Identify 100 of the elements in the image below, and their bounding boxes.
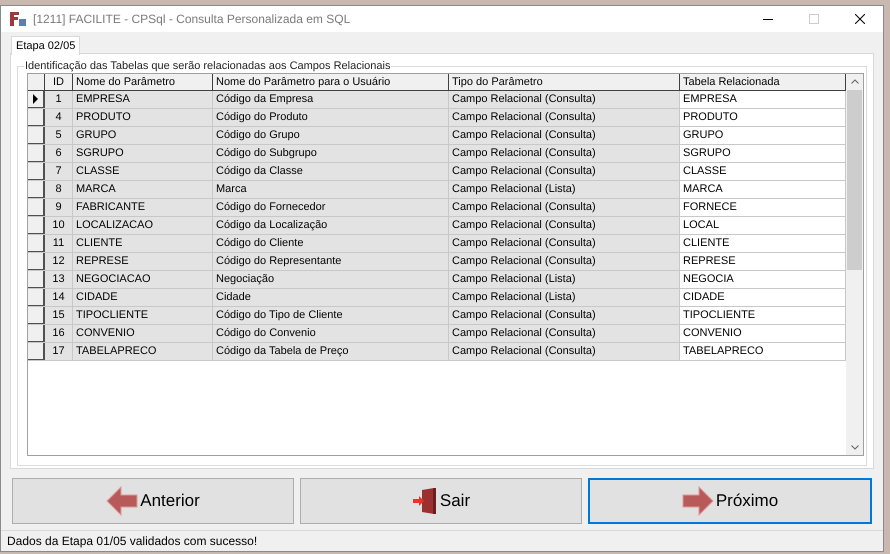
table-cell: Código do Tipo de Cliente xyxy=(213,307,449,324)
table-cell: Código da Classe xyxy=(213,163,449,180)
right-arrow-icon xyxy=(682,486,714,516)
status-text: Dados da Etapa 01/05 validados com sucesso! xyxy=(7,532,258,550)
row-indicator[interactable] xyxy=(28,307,45,324)
scroll-up-icon[interactable] xyxy=(850,79,858,84)
row-indicator[interactable] xyxy=(28,91,45,108)
table-cell: 1 xyxy=(45,91,73,108)
button[interactable]: Anterior xyxy=(12,478,294,524)
table-cell: Código do Grupo xyxy=(213,127,449,144)
table-cell: 14 xyxy=(45,289,73,306)
row-indicator[interactable] xyxy=(28,271,45,288)
row-indicator[interactable] xyxy=(28,163,45,180)
table-cell: CLASSE xyxy=(73,163,213,180)
table-cell: FABRICANTE xyxy=(73,199,213,216)
row-indicator[interactable] xyxy=(28,181,45,198)
minimize-icon xyxy=(763,18,773,20)
table-cell: Cidade xyxy=(213,289,449,306)
table-cell: Código do Fornecedor xyxy=(213,199,449,216)
table-cell: PRODUTO xyxy=(73,109,213,126)
table-cell: Código da Localização xyxy=(213,217,449,234)
table-cell: Campo Relacional (Consulta) xyxy=(449,253,680,270)
table-cell: Marca xyxy=(213,181,449,198)
row-indicator[interactable] xyxy=(28,109,45,126)
column-header[interactable]: ID xyxy=(45,74,73,90)
table-cell: Campo Relacional (Consulta) xyxy=(449,325,680,342)
table-cell: 5 xyxy=(45,127,73,144)
table-cell: 15 xyxy=(45,307,73,324)
table-cell: REPRESE xyxy=(73,253,213,270)
table-cell: Campo Relacional (Consulta) xyxy=(449,217,680,234)
row-indicator[interactable] xyxy=(28,127,45,144)
button[interactable]: Próximo xyxy=(588,478,872,524)
table-cell: 16 xyxy=(45,325,73,342)
column-header[interactable]: Nome do Parâmetro para o Usuário xyxy=(213,74,449,90)
row-indicator[interactable] xyxy=(28,343,45,360)
table-cell: 9 xyxy=(45,199,73,216)
table-cell: Campo Relacional (Lista) xyxy=(449,289,680,306)
column-header[interactable]: Tabela Relacionada xyxy=(680,74,846,90)
row-indicator[interactable] xyxy=(28,217,45,234)
table-cell: Campo Relacional (Consulta) xyxy=(449,109,680,126)
tab[interactable]: Etapa 02/05 xyxy=(11,36,80,55)
table-cell: GRUPO xyxy=(73,127,213,144)
table-cell: TIPOCLIENTE xyxy=(680,307,846,324)
row-indicator[interactable] xyxy=(28,199,45,216)
table-cell: CLIENTE xyxy=(73,235,213,252)
window-title: [1211] FACILITE - CPSql - Consulta Personalizada em SQL xyxy=(33,11,350,28)
table-cell: Código do Convenio xyxy=(213,325,449,342)
scrollbar-thumb[interactable] xyxy=(847,90,862,270)
row-indicator[interactable] xyxy=(28,145,45,162)
table-cell: Código do Subgrupo xyxy=(213,145,449,162)
table-cell: CIDADE xyxy=(73,289,213,306)
table-cell: MARCA xyxy=(73,181,213,198)
table-cell: LOCALIZACAO xyxy=(73,217,213,234)
row-indicator[interactable] xyxy=(28,325,45,342)
left-arrow-icon xyxy=(106,486,138,516)
table-cell: Campo Relacional (Consulta) xyxy=(449,145,680,162)
table-cell: SGRUPO xyxy=(73,145,213,162)
table-cell: Código da Empresa xyxy=(213,91,449,108)
table-cell: Negociação xyxy=(213,271,449,288)
table-cell: TIPOCLIENTE xyxy=(73,307,213,324)
row-indicator[interactable] xyxy=(28,289,45,306)
table-cell: Campo Relacional (Consulta) xyxy=(449,235,680,252)
table-cell: NEGOCIACAO xyxy=(73,271,213,288)
table-cell: EMPRESA xyxy=(73,91,213,108)
table-cell: Campo Relacional (Consulta) xyxy=(449,163,680,180)
table-cell: Campo Relacional (Consulta) xyxy=(449,127,680,144)
table-cell: Campo Relacional (Consulta) xyxy=(449,307,680,324)
table-cell: Código do Produto xyxy=(213,109,449,126)
table-cell: CONVENIO xyxy=(73,325,213,342)
table-cell: 11 xyxy=(45,235,73,252)
table-cell: 12 xyxy=(45,253,73,270)
table-cell: Campo Relacional (Consulta) xyxy=(449,91,680,108)
table-cell: Código da Tabela de Preço xyxy=(213,343,449,360)
table-cell: TABELAPRECO xyxy=(73,343,213,360)
button[interactable]: Sair xyxy=(300,478,582,524)
table-cell: Código do Cliente xyxy=(213,235,449,252)
table-cell: Campo Relacional (Lista) xyxy=(449,181,680,198)
column-header[interactable]: Nome do Parâmetro xyxy=(73,74,213,90)
table-cell: 17 xyxy=(45,343,73,360)
column-header[interactable]: Tipo do Parâmetro xyxy=(449,74,680,90)
table-cell: Campo Relacional (Lista) xyxy=(449,271,680,288)
scrollbar[interactable] xyxy=(846,74,863,455)
table-cell: Campo Relacional (Consulta) xyxy=(449,343,680,360)
group-legend: Identificação das Tabelas que serão relacionadas aos Campos Relacionais xyxy=(24,59,392,73)
app-icon xyxy=(9,11,27,27)
table-cell: 6 xyxy=(45,145,73,162)
current-row-icon xyxy=(33,94,38,104)
table-cell: 13 xyxy=(45,271,73,288)
table-cell: TABELAPRECO xyxy=(680,343,846,360)
row-indicator[interactable] xyxy=(28,253,45,270)
scroll-down-icon[interactable] xyxy=(850,445,858,450)
close-icon xyxy=(855,14,865,24)
table-cell: Campo Relacional (Consulta) xyxy=(449,199,680,216)
table-cell: 10 xyxy=(45,217,73,234)
table-cell: 8 xyxy=(45,181,73,198)
exit-door-icon xyxy=(412,487,438,515)
maximize-icon xyxy=(809,14,819,24)
row-indicator[interactable] xyxy=(28,235,45,252)
table-cell: 7 xyxy=(45,163,73,180)
table-cell: Código do Representante xyxy=(213,253,449,270)
